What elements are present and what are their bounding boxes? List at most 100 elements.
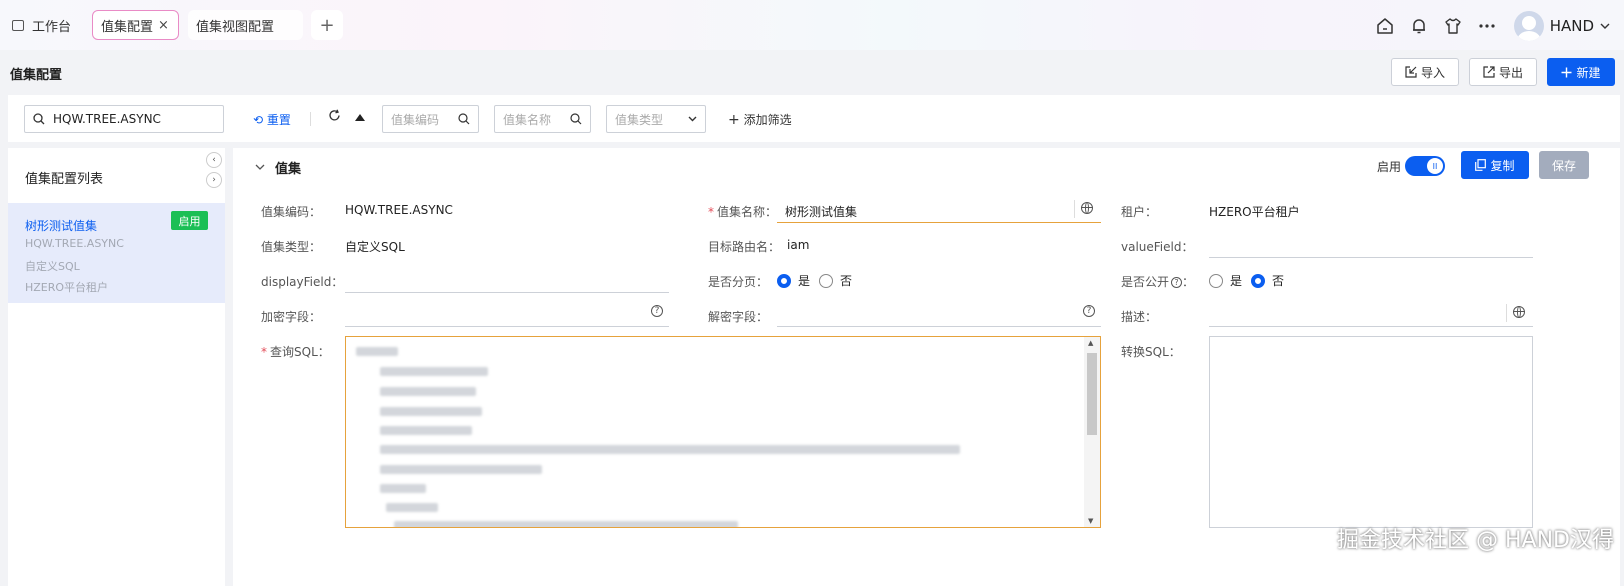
globe-icon[interactable] xyxy=(1513,306,1525,318)
encrypt-field-input[interactable]: ? xyxy=(345,301,669,327)
enabled-toggle[interactable]: II xyxy=(1405,156,1445,176)
caret-up-icon[interactable] xyxy=(355,114,365,121)
tenant-value: HZERO平台租户 xyxy=(1209,205,1300,219)
scrollbar-thumb[interactable] xyxy=(1087,353,1097,435)
radio-unchecked xyxy=(819,273,833,288)
code-label: 值集编码： xyxy=(261,205,322,219)
description-input[interactable] xyxy=(1209,301,1533,327)
section-title: 值集 xyxy=(275,162,302,177)
scrollbar[interactable]: ▲ ▼ xyxy=(1084,337,1100,527)
more-icon[interactable] xyxy=(1476,15,1498,37)
public-yes-radio[interactable]: 是 xyxy=(1209,272,1242,289)
type-filter[interactable]: 值集类型 xyxy=(606,105,706,133)
refresh-icon[interactable] xyxy=(328,109,341,126)
tab-value-set-view-config[interactable]: 值集视图配置 xyxy=(188,10,303,40)
name-label: * 值集名称： xyxy=(708,205,778,219)
trans-sql-label: 转换SQL： xyxy=(1121,345,1181,359)
scroll-up-icon[interactable]: ▲ xyxy=(1088,339,1093,347)
tab-workbench-label: 工作台 xyxy=(32,19,72,35)
radio-checked xyxy=(1251,273,1265,288)
value-set-list-panel: 值集配置列表 ‹ › 树形测试值集 启用 HQW.TREE.ASYNC 自定义S… xyxy=(8,148,225,586)
panel-title: 值集配置列表 xyxy=(25,172,104,187)
add-tab-button[interactable]: + xyxy=(311,10,343,40)
watermark: 掘金技术社区 @ HAND汉得 xyxy=(1337,528,1614,553)
user-name[interactable]: HAND xyxy=(1550,17,1594,35)
type-filter-placeholder: 值集类型 xyxy=(615,112,664,127)
help-icon[interactable]: ? xyxy=(651,305,663,317)
search-box[interactable] xyxy=(24,105,224,133)
tab-workbench[interactable]: 工作台 xyxy=(8,10,75,40)
help-icon[interactable]: ? xyxy=(1083,305,1095,317)
paging-no-radio[interactable]: 否 xyxy=(819,272,852,289)
scroll-down-icon[interactable]: ▼ xyxy=(1088,517,1093,525)
code-value: HQW.TREE.ASYNC xyxy=(345,203,453,217)
save-button[interactable]: 保存 xyxy=(1539,151,1589,179)
close-icon[interactable]: × xyxy=(158,18,169,33)
name-value: 树形测试值集 xyxy=(785,205,858,219)
add-filter-button[interactable]: + 添加筛选 xyxy=(728,111,792,128)
list-item[interactable]: 树形测试值集 启用 HQW.TREE.ASYNC 自定义SQL HZERO平台租… xyxy=(8,203,225,303)
radio-checked xyxy=(777,273,791,288)
reset-icon: ⟲ xyxy=(253,113,264,127)
paging-label: 是否分页： xyxy=(708,275,769,289)
reset-button[interactable]: ⟲ 重置 xyxy=(253,111,291,128)
radio-label: 是 xyxy=(1230,274,1243,288)
copy-icon xyxy=(1475,159,1487,171)
radio-unchecked xyxy=(1209,273,1223,288)
shirt-icon[interactable] xyxy=(1442,15,1464,37)
copy-button[interactable]: 复制 xyxy=(1461,151,1529,179)
help-icon: ? xyxy=(1171,277,1183,288)
search-input[interactable] xyxy=(51,111,205,127)
paging-yes-radio[interactable]: 是 xyxy=(777,272,810,289)
home-icon[interactable] xyxy=(1374,15,1396,37)
chevron-down-icon[interactable] xyxy=(1600,21,1610,32)
add-filter-label: 添加筛选 xyxy=(743,113,792,127)
page-title: 值集配置 xyxy=(10,68,63,83)
import-button[interactable]: 导入 xyxy=(1391,58,1459,86)
route-value: iam xyxy=(787,238,810,252)
chevron-down-icon xyxy=(688,116,697,122)
divider xyxy=(1074,200,1075,218)
divider xyxy=(1506,304,1507,322)
public-label: 是否公开?： xyxy=(1121,275,1195,289)
value-field-input[interactable] xyxy=(1209,232,1533,258)
chevron-right-icon[interactable]: › xyxy=(206,172,222,188)
name-filter[interactable]: 值集名称 xyxy=(494,105,591,133)
avatar[interactable] xyxy=(1513,11,1544,41)
plus-icon: + xyxy=(319,14,335,36)
name-field[interactable]: 树形测试值集 xyxy=(777,197,1101,223)
encrypt-label: 加密字段： xyxy=(261,310,322,324)
code-filter[interactable]: 值集编码 xyxy=(382,105,479,133)
chevron-left-icon[interactable]: ‹ xyxy=(206,152,222,168)
public-no-radio[interactable]: 否 xyxy=(1251,272,1284,289)
header-actions: HAND xyxy=(1374,11,1624,41)
item-name: 树形测试值集 xyxy=(25,219,98,233)
export-icon xyxy=(1483,66,1495,78)
export-label: 导出 xyxy=(1498,65,1523,80)
decrypt-label: 解密字段： xyxy=(708,310,769,324)
sql-editor[interactable]: ▲ ▼ xyxy=(345,336,1101,528)
globe-icon[interactable] xyxy=(1081,202,1093,214)
collapse-caret-icon[interactable] xyxy=(255,160,265,173)
search-icon xyxy=(570,113,582,125)
enabled-label: 启用 xyxy=(1377,160,1402,174)
search-icon xyxy=(458,113,470,125)
item-tenant: HZERO平台租户 xyxy=(25,281,109,294)
display-field-label: displayField： xyxy=(261,275,344,289)
top-bar: 工作台 值集配置 × 值集视图配置 + HAND xyxy=(0,0,1624,50)
display-field-input[interactable] xyxy=(345,267,669,293)
divider xyxy=(310,112,311,126)
bell-icon[interactable] xyxy=(1408,15,1430,37)
value-field-label: valueField： xyxy=(1121,240,1194,254)
trans-sql-editor[interactable] xyxy=(1209,336,1533,528)
decrypt-field-input[interactable]: ? xyxy=(777,301,1101,327)
new-button[interactable]: 新建 xyxy=(1547,58,1615,86)
export-button[interactable]: 导出 xyxy=(1469,58,1537,86)
tab-value-set-config[interactable]: 值集配置 × xyxy=(92,10,179,40)
item-type: 自定义SQL xyxy=(25,260,80,273)
tenant-label: 租户： xyxy=(1121,205,1158,219)
tab-label: 值集配置 xyxy=(101,19,154,35)
reset-label: 重置 xyxy=(266,113,291,127)
radio-label: 否 xyxy=(840,274,853,288)
type-value: 自定义SQL xyxy=(345,240,405,254)
